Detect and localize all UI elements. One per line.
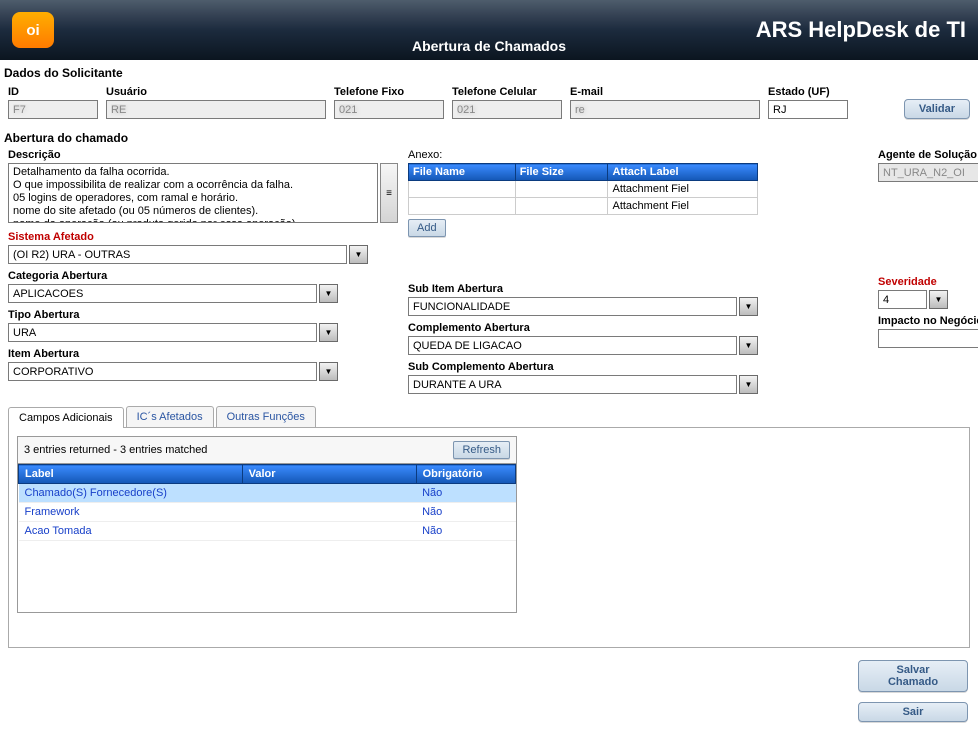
- tab-outras-funcoes[interactable]: Outras Funções: [216, 406, 316, 427]
- complemento-dropdown-icon[interactable]: [739, 336, 758, 355]
- subitem-label: Sub Item Abertura: [408, 283, 758, 295]
- categoria-input[interactable]: [8, 284, 317, 303]
- tel-fixo-input[interactable]: [334, 100, 444, 119]
- subcomplemento-input[interactable]: [408, 375, 737, 394]
- subitem-dropdown-icon[interactable]: [739, 297, 758, 316]
- complemento-label: Complemento Abertura: [408, 322, 758, 334]
- email-input[interactable]: [570, 100, 760, 119]
- app-header: Abertura de Chamados ARS HelpDesk de TI: [0, 0, 978, 60]
- uf-label: Estado (UF): [768, 86, 848, 98]
- anexo-add-button[interactable]: Add: [408, 219, 446, 237]
- descricao-expand-icon[interactable]: ≡: [380, 163, 398, 223]
- impacto-input[interactable]: [878, 329, 978, 348]
- subcomplemento-label: Sub Complemento Abertura: [408, 361, 758, 373]
- results-row[interactable]: Acao Tomada Não: [19, 522, 516, 541]
- anexo-title: Anexo:: [408, 149, 442, 161]
- descricao-label: Descrição: [8, 149, 398, 161]
- impacto-label: Impacto no Negócio: [878, 315, 978, 327]
- complemento-input[interactable]: [408, 336, 737, 355]
- tipo-dropdown-icon[interactable]: [319, 323, 338, 342]
- tipo-label: Tipo Abertura: [8, 309, 398, 321]
- item-dropdown-icon[interactable]: [319, 362, 338, 381]
- agente-label: Agente de Solução: [878, 149, 978, 161]
- anexo-table: File Name File Size Attach Label Attachm…: [408, 163, 758, 215]
- severidade-input[interactable]: [878, 290, 927, 309]
- uf-input[interactable]: [768, 100, 848, 119]
- app-title: ARS HelpDesk de TI: [756, 17, 966, 43]
- results-col-label: Label: [19, 465, 243, 484]
- item-input[interactable]: [8, 362, 317, 381]
- anexo-col-name: File Name: [409, 164, 516, 181]
- results-row[interactable]: Chamado(S) Fornecedore(S) Não: [19, 484, 516, 503]
- severidade-label: Severidade: [878, 276, 948, 288]
- tabs-bar: Campos Adicionais IC´s Afetados Outras F…: [8, 394, 970, 428]
- user-input[interactable]: [106, 100, 326, 119]
- section-title-solicitante: Dados do Solicitante: [0, 60, 978, 84]
- user-label: Usuário: [106, 86, 326, 98]
- severidade-dropdown-icon[interactable]: [929, 290, 948, 309]
- anexo-col-label: Attach Label: [608, 164, 758, 181]
- tipo-input[interactable]: [8, 323, 317, 342]
- page-subtitle: Abertura de Chamados: [412, 38, 566, 54]
- tel-fixo-label: Telefone Fixo: [334, 86, 444, 98]
- validar-button[interactable]: Validar: [904, 99, 970, 119]
- anexo-row[interactable]: Attachment Fiel: [409, 181, 758, 198]
- results-table: Label Valor Obrigatório Chamado(S) Forne…: [18, 464, 516, 541]
- subitem-input[interactable]: [408, 297, 737, 316]
- results-row[interactable]: Framework Não: [19, 503, 516, 522]
- sistema-label: Sistema Afetado: [8, 231, 398, 243]
- results-summary: 3 entries returned - 3 entries matched: [24, 444, 207, 456]
- tab-campos-adicionais[interactable]: Campos Adicionais: [8, 407, 124, 428]
- item-label: Item Abertura: [8, 348, 398, 360]
- agente-input[interactable]: [878, 163, 978, 182]
- email-label: E-mail: [570, 86, 760, 98]
- results-col-valor: Valor: [242, 465, 416, 484]
- section-title-abertura: Abertura do chamado: [0, 125, 978, 149]
- salvar-button[interactable]: Salvar Chamado: [858, 660, 968, 692]
- tel-cel-input[interactable]: [452, 100, 562, 119]
- sistema-input[interactable]: [8, 245, 347, 264]
- results-col-obrigatorio: Obrigatório: [416, 465, 515, 484]
- sistema-dropdown-icon[interactable]: [349, 245, 368, 264]
- categoria-label: Categoria Abertura: [8, 270, 398, 282]
- id-input[interactable]: [8, 100, 98, 119]
- anexo-col-size: File Size: [515, 164, 608, 181]
- brand-logo-icon: [12, 12, 54, 48]
- tab-ics-afetados[interactable]: IC´s Afetados: [126, 406, 214, 427]
- subcomplemento-dropdown-icon[interactable]: [739, 375, 758, 394]
- id-label: ID: [8, 86, 98, 98]
- tel-cel-label: Telefone Celular: [452, 86, 562, 98]
- sair-button[interactable]: Sair: [858, 702, 968, 722]
- tab-body: 3 entries returned - 3 entries matched R…: [8, 428, 970, 648]
- anexo-row[interactable]: Attachment Fiel: [409, 198, 758, 215]
- categoria-dropdown-icon[interactable]: [319, 284, 338, 303]
- descricao-textarea[interactable]: [8, 163, 378, 223]
- refresh-button[interactable]: Refresh: [453, 441, 510, 459]
